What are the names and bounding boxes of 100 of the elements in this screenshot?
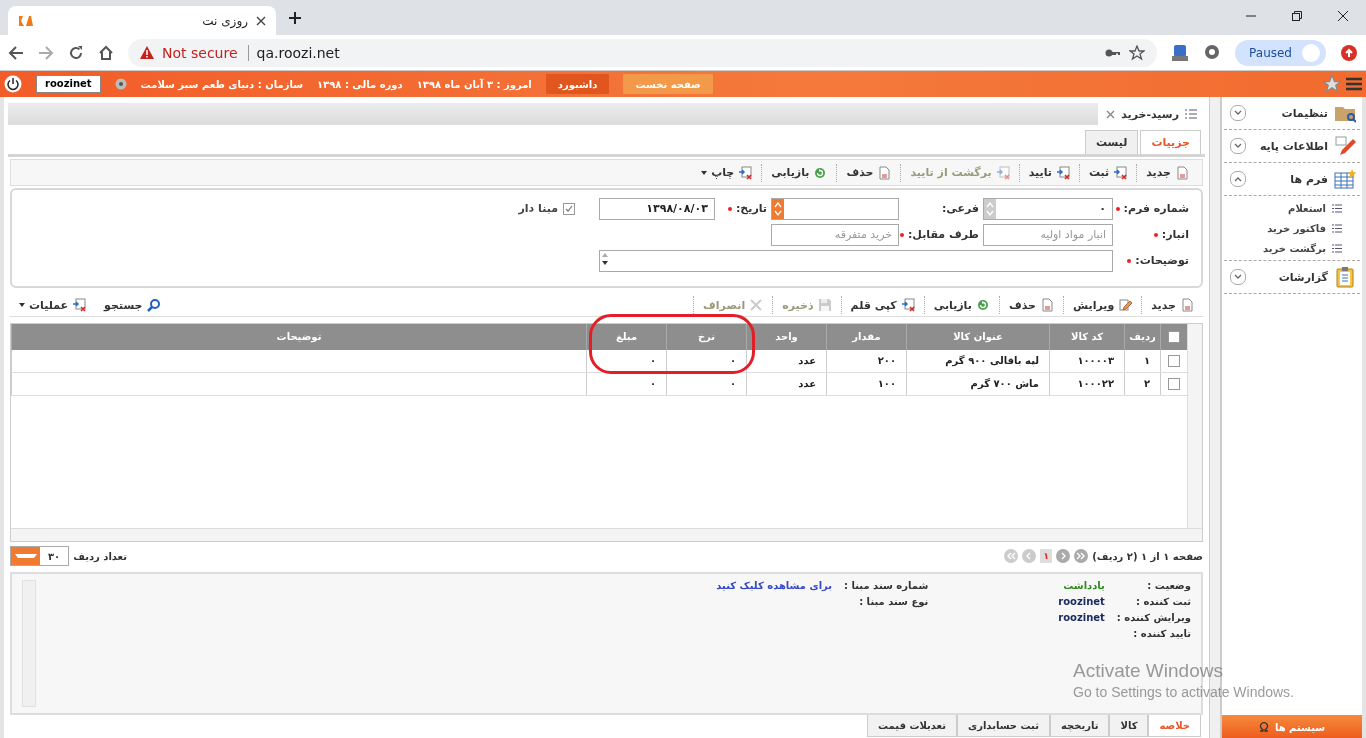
input-field[interactable]: انبار مواد اولیه [983,223,1113,246]
toolbar-button[interactable]: کپی قلم [840,296,924,314]
checkbox-label: مبنا دار [518,202,558,216]
sidebar-subitem[interactable]: فاکتور خرید [1224,218,1360,238]
input-field[interactable] [599,249,1113,272]
tab[interactable]: جزییات [1140,130,1201,155]
toolbar-button[interactable]: جدید [1136,163,1198,182]
toolbar-button[interactable]: عملیات [10,296,96,314]
scrollbar[interactable] [1187,323,1202,529]
close-icon[interactable] [1338,11,1348,21]
site-logo-icon [18,14,34,27]
tab[interactable]: خلاصه [1148,715,1201,738]
field-label: شماره فرم: [1123,202,1189,216]
menu-button[interactable]: داشبورد [545,74,610,94]
summary-label: ثبت کننده : [1134,596,1191,607]
toolbar-button[interactable]: جستجو [95,296,170,314]
forward-icon[interactable] [38,44,54,61]
checkbox[interactable] [1168,354,1180,367]
sidebar-item[interactable]: گزارشات [1224,261,1360,294]
sidebar-label: تنظیمات [1281,106,1328,120]
tab-title: رسید-خرید [1121,107,1179,121]
sidebar-item[interactable]: اطلاعات پایه [1224,130,1360,163]
toolbar-button[interactable]: حذف [998,296,1063,314]
sidebar-item[interactable]: تنظیمات [1224,97,1360,130]
table-cell: ماش ۷۰۰ گرم [906,372,1049,395]
key-icon[interactable] [1105,47,1122,58]
previous-page-button[interactable] [1056,549,1071,564]
first-page-button[interactable] [1074,549,1089,564]
profile-button[interactable]: Paused [1235,39,1326,66]
sidebar-item[interactable]: فرم ها [1224,163,1360,196]
star-icon[interactable] [1322,74,1342,94]
reload-icon[interactable] [68,44,84,61]
field-label: طرف مقابل: [907,228,979,242]
maximize-icon[interactable] [1292,11,1302,21]
toolbar-button[interactable]: جدید [1141,296,1203,314]
sidebar-label: برگشت خرید [1263,242,1326,254]
plus-icon[interactable] [288,11,302,25]
summary-label: نوع سند مبنا : [858,596,929,607]
toolbar-button[interactable]: بازیابی [923,296,999,314]
sidebar-subitem[interactable]: برگشت خرید [1224,238,1360,258]
document-icon [1175,165,1189,180]
power-icon[interactable] [4,75,22,93]
star-icon[interactable] [1129,44,1146,61]
document-icon [877,165,892,180]
menu-icon[interactable] [1346,77,1362,91]
tab[interactable]: تعدیلات قیمت [867,715,957,738]
back-icon[interactable] [8,44,24,61]
chevron-down-icon[interactable] [1230,269,1246,285]
checkbox[interactable] [1168,377,1180,390]
checkbox[interactable] [563,202,575,215]
document-tab[interactable]: رسید-خرید [1098,103,1205,125]
refresh-icon [975,298,990,312]
tab[interactable]: ثبت حسابداری [957,715,1050,738]
tab[interactable]: لیست [1084,130,1139,155]
chevron-down-icon[interactable] [1230,105,1246,121]
browser-tab[interactable]: روزی نت [8,6,276,35]
close-icon[interactable] [256,15,266,26]
page-number: ۱ [1040,549,1053,564]
security-label: Not secure [162,44,249,61]
view-link[interactable]: برای مشاهده کلیک کنید [716,580,833,591]
input-field[interactable]: ۱۳۹۸/۰۸/۰۳ [599,197,715,220]
toolbar-button[interactable]: ثبت [1078,163,1137,182]
input-field[interactable]: خرید متفرقه [771,223,899,246]
gear-icon[interactable] [114,78,127,90]
address-bar[interactable]: Not secure qa.roozi.net [128,38,1158,67]
sidebar-label: فاکتور خرید [1267,222,1326,234]
sidebar-label: فرم ها [1290,172,1328,186]
input-field[interactable] [771,197,899,220]
sidebar-label: استعلام [1288,202,1326,214]
user-name: roozinet [36,75,101,93]
summary-value: یادداشت [1062,580,1105,591]
update-icon[interactable] [1340,43,1358,62]
table-cell: ۱۰۰۰۲۲ [1049,372,1124,395]
double-chevron-icon [1076,552,1087,561]
refresh-icon [813,165,828,180]
summary-label: شماره سند مبنا : [844,580,929,591]
page-size-select[interactable]: ۳۰ [10,546,70,567]
checkbox[interactable] [1168,330,1180,343]
scrollbar[interactable] [11,528,1202,542]
chevron-up-icon[interactable] [1230,171,1246,187]
home-icon[interactable] [98,44,114,61]
toolbar-button[interactable]: چاپ [692,163,762,182]
extension-icon[interactable] [1171,43,1190,62]
list-icon [1332,223,1342,233]
chevron-icon [1059,552,1068,561]
toolbar-button[interactable]: تایید [1018,163,1079,182]
sidebar-subitem[interactable]: استعلام [1224,198,1360,218]
chevron-down-icon[interactable] [1230,138,1246,154]
table-cell: ۱۰۰۰۰۳ [1049,349,1124,372]
info-text: امروز : ۳ آبان ماه ۱۳۹۸ [416,78,532,90]
toolbar-button[interactable]: بازیابی [761,163,837,182]
tab[interactable]: تاریخچه [1049,715,1110,738]
sidebar-label: اطلاعات پایه [1259,139,1328,153]
field-label: توضیحات: [1135,254,1189,268]
tab[interactable]: کالا [1109,715,1149,738]
toolbar-button[interactable]: ویرایش [1062,296,1142,314]
toolbar-button[interactable]: حذف [836,163,901,182]
extension-icon[interactable] [1203,43,1222,62]
document-icon [1039,298,1054,312]
input-field[interactable]: ۰ [983,197,1113,220]
